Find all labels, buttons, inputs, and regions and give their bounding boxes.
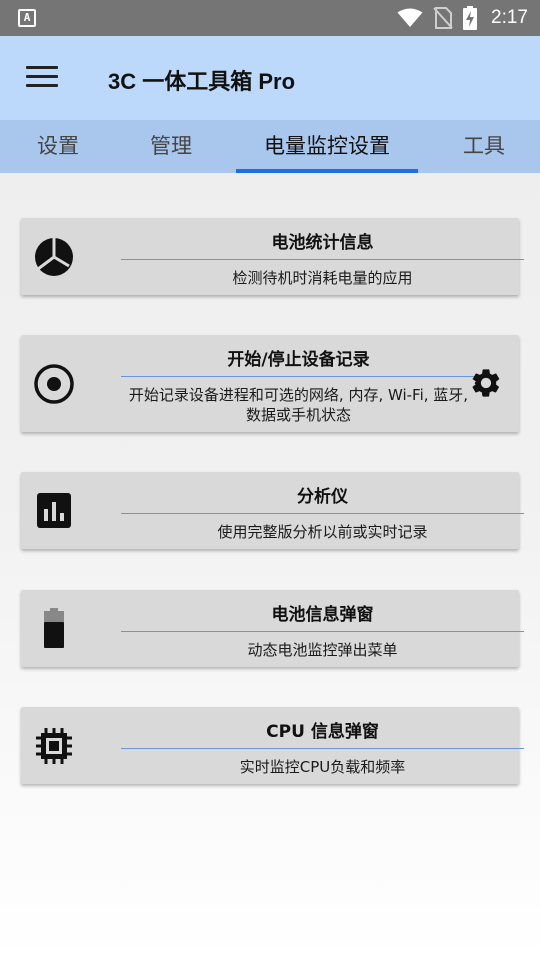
record-icon (34, 364, 74, 404)
card-title: 分析仪 (297, 487, 348, 507)
card-title: 电池统计信息 (271, 233, 374, 253)
tab-tools[interactable]: 工具 (444, 120, 524, 173)
card-description: 实时监控CPU负载和频率 (239, 758, 406, 776)
tab-bar: 设置 管理 电量监控设置 工具 (0, 120, 540, 173)
divider (121, 513, 524, 514)
divider (121, 631, 524, 632)
tab-power-monitor-settings[interactable]: 电量监控设置 (236, 120, 418, 173)
card-cpu-popup[interactable]: CPU 信息弹窗 实时监控CPU负载和频率 (21, 707, 524, 784)
status-bar: A 2:17 (0, 0, 540, 36)
card-battery-popup[interactable]: 电池信息弹窗 动态电池监控弹出菜单 (21, 590, 524, 667)
card-description: 使用完整版分析以前或实时记录 (217, 523, 428, 541)
tab-settings[interactable]: 设置 (18, 120, 98, 173)
app-title: 3C 一体工具箱 Pro (108, 69, 296, 94)
card-description: 开始记录设备进程和可选的网络, 内存, Wi-Fi, 蓝牙, 数据或手机状态 (128, 386, 469, 424)
divider (121, 376, 476, 377)
card-battery-stats[interactable]: 电池统计信息 检测待机时消耗电量的应用 (21, 218, 524, 295)
battery-charging-icon (463, 6, 478, 30)
battery-icon (44, 608, 64, 648)
app-bar: 3C 一体工具箱 Pro (0, 36, 540, 120)
pie-chart-icon (35, 238, 73, 276)
card-analyzer[interactable]: 分析仪 使用完整版分析以前或实时记录 (21, 472, 524, 549)
card-device-record[interactable]: 开始/停止设备记录 开始记录设备进程和可选的网络, 内存, Wi-Fi, 蓝牙,… (21, 335, 519, 432)
divider (121, 748, 524, 749)
clock: 2:17 (491, 7, 528, 28)
bar-chart-icon (37, 493, 71, 528)
a-notification-icon: A (18, 9, 36, 27)
gear-icon[interactable] (469, 366, 503, 400)
tab-manage[interactable]: 管理 (131, 120, 211, 173)
card-title: 开始/停止设备记录 (227, 350, 370, 370)
no-sim-icon (433, 7, 453, 29)
wifi-icon (397, 8, 423, 27)
status-icons: 2:17 (397, 0, 528, 36)
hamburger-menu-icon[interactable] (26, 66, 58, 90)
cpu-chip-icon (36, 728, 72, 764)
card-title: CPU 信息弹窗 (266, 722, 379, 742)
active-tab-indicator (236, 169, 418, 173)
card-title: 电池信息弹窗 (271, 605, 374, 625)
card-description: 检测待机时消耗电量的应用 (232, 269, 413, 287)
card-description: 动态电池监控弹出菜单 (247, 641, 398, 659)
divider (121, 259, 524, 260)
